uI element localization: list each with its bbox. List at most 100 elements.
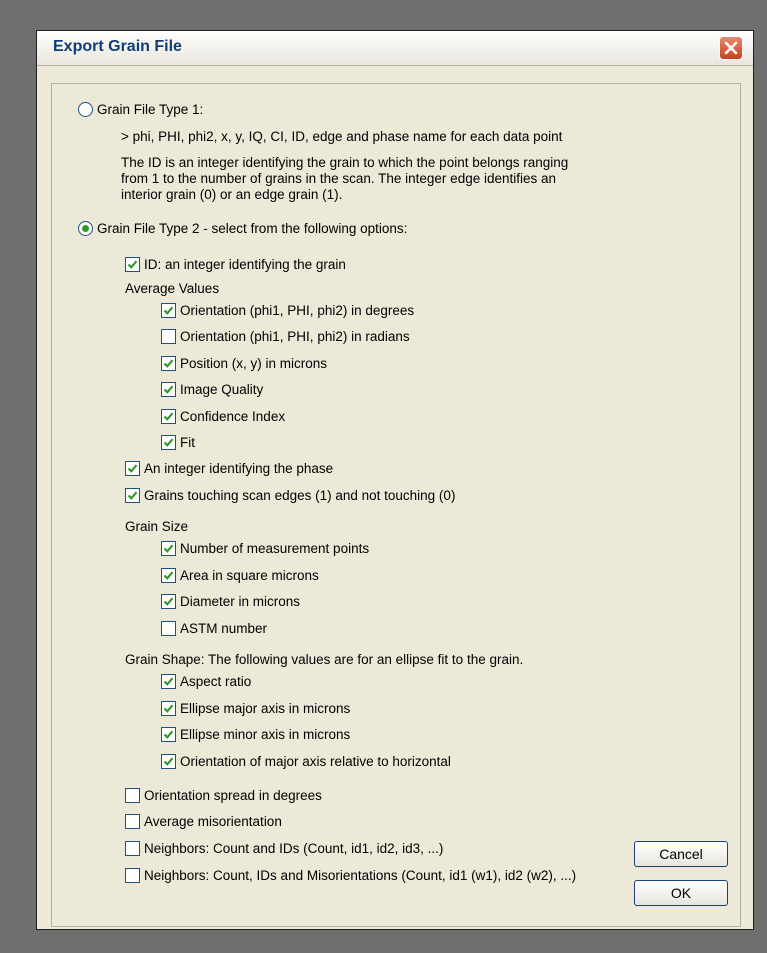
cancel-button[interactable]: Cancel — [634, 841, 728, 867]
option-neighbors-ids[interactable]: Neighbors: Count and IDs (Count, id1, id… — [125, 838, 443, 858]
major-axis-orientation-checkbox[interactable] — [161, 753, 176, 769]
major-axis-checkbox[interactable] — [161, 700, 176, 716]
option-phase[interactable]: An integer identifying the phase — [125, 458, 333, 478]
check-mark-icon — [163, 703, 174, 713]
option-orientation-radians[interactable]: Orientation (phi1, PHI, phi2) in radians — [161, 326, 410, 346]
option-label: Fit — [180, 434, 195, 450]
option-astm-number[interactable]: ASTM number — [161, 618, 267, 638]
check-mark-icon — [163, 411, 174, 421]
check-mark-icon — [127, 259, 138, 269]
minor-axis-checkbox[interactable] — [161, 726, 176, 742]
option-label: Grains touching scan edges (1) and not t… — [144, 487, 456, 503]
measurement-points-checkbox[interactable] — [161, 540, 176, 556]
check-mark-icon — [163, 358, 174, 368]
option-orientation-spread[interactable]: Orientation spread in degrees — [125, 785, 322, 805]
title-bar: Export Grain File — [37, 31, 753, 66]
option-label: Orientation (phi1, PHI, phi2) in radians — [180, 328, 410, 344]
option-neighbors-misorientations[interactable]: Neighbors: Count, IDs and Misorientation… — [125, 865, 576, 885]
check-mark-icon — [163, 384, 174, 394]
option-label: ASTM number — [180, 620, 268, 636]
close-icon — [724, 41, 738, 55]
option-orientation-degrees[interactable]: Orientation (phi1, PHI, phi2) in degrees — [161, 300, 414, 320]
position-checkbox[interactable] — [161, 355, 176, 371]
check-mark-icon — [163, 596, 174, 606]
option-major-axis[interactable]: Ellipse major axis in microns — [161, 698, 350, 718]
grain-file-type-1-radio[interactable] — [78, 101, 93, 117]
export-grain-file-dialog: Export Grain File Grain File Type 1: > p… — [36, 30, 754, 930]
option-label: Ellipse major axis in microns — [180, 700, 351, 716]
option-scan-edges[interactable]: Grains touching scan edges (1) and not t… — [125, 485, 455, 505]
option-minor-axis[interactable]: Ellipse minor axis in microns — [161, 724, 350, 744]
ok-button[interactable]: OK — [634, 880, 728, 906]
astm-number-checkbox[interactable] — [161, 620, 176, 636]
phase-checkbox[interactable] — [125, 460, 140, 476]
option-label: Position (x, y) in microns — [180, 355, 328, 371]
grain-file-type-2-label: Grain File Type 2 - select from the foll… — [97, 220, 408, 236]
option-diameter[interactable]: Diameter in microns — [161, 591, 300, 611]
grain-size-heading: Grain Size — [125, 519, 189, 534]
grain-file-type-1-label: Grain File Type 1: — [97, 101, 204, 117]
check-mark-icon — [163, 756, 174, 766]
check-mark-icon — [163, 437, 174, 447]
grain-shape-heading: Grain Shape: The following values are fo… — [125, 652, 524, 667]
type-1-description-line: The ID is an integer identifying the gra… — [121, 155, 569, 170]
fit-checkbox[interactable] — [161, 434, 176, 450]
option-label: Ellipse minor axis in microns — [180, 726, 351, 742]
option-label: Number of measurement points — [180, 540, 370, 556]
check-mark-icon — [127, 490, 138, 500]
option-confidence-index[interactable]: Confidence Index — [161, 406, 285, 426]
average-values-heading: Average Values — [125, 281, 220, 296]
neighbors-misorientations-checkbox[interactable] — [125, 867, 140, 883]
grain-file-type-1-option[interactable]: Grain File Type 1: — [78, 99, 203, 119]
check-mark-icon — [163, 676, 174, 686]
check-mark-icon — [127, 463, 138, 473]
option-aspect-ratio[interactable]: Aspect ratio — [161, 671, 251, 691]
scan-edges-checkbox[interactable] — [125, 487, 140, 503]
type-1-description-line: interior grain (0) or an edge grain (1). — [121, 187, 343, 202]
area-checkbox[interactable] — [161, 567, 176, 583]
neighbors-ids-checkbox[interactable] — [125, 840, 140, 856]
option-label: Orientation of major axis relative to ho… — [180, 753, 451, 769]
option-label: Orientation spread in degrees — [144, 787, 322, 803]
grain-file-type-2-radio[interactable] — [78, 220, 93, 236]
type-1-description-line: from 1 to the number of grains in the sc… — [121, 171, 557, 186]
type-1-format-line: > phi, PHI, phi2, x, y, IQ, CI, ID, edge… — [121, 129, 563, 144]
confidence-index-checkbox[interactable] — [161, 408, 176, 424]
option-measurement-points[interactable]: Number of measurement points — [161, 538, 369, 558]
option-position[interactable]: Position (x, y) in microns — [161, 353, 327, 373]
orientation-degrees-checkbox[interactable] — [161, 302, 176, 318]
average-misorientation-checkbox[interactable] — [125, 813, 140, 829]
check-mark-icon — [163, 543, 174, 553]
option-label: Neighbors: Count and IDs (Count, id1, id… — [144, 840, 444, 856]
image-quality-checkbox[interactable] — [161, 381, 176, 397]
dialog-content: Grain File Type 1: > phi, PHI, phi2, x, … — [37, 65, 753, 929]
option-major-axis-orientation[interactable]: Orientation of major axis relative to ho… — [161, 751, 451, 771]
dialog-title: Export Grain File — [53, 38, 182, 55]
radio-selected-dot — [82, 224, 89, 232]
option-label: Area in square microns — [180, 567, 319, 583]
orientation-spread-checkbox[interactable] — [125, 787, 140, 803]
option-label: ID: an integer identifying the grain — [144, 256, 346, 272]
option-label: Image Quality — [180, 381, 264, 397]
option-label: An integer identifying the phase — [144, 460, 334, 476]
option-fit[interactable]: Fit — [161, 432, 195, 452]
check-mark-icon — [163, 729, 174, 739]
option-image-quality[interactable]: Image Quality — [161, 379, 263, 399]
close-button[interactable] — [719, 36, 743, 60]
option-area[interactable]: Area in square microns — [161, 565, 319, 585]
id-checkbox[interactable] — [125, 256, 140, 272]
option-label: Average misorientation — [144, 813, 282, 829]
option-label: Confidence Index — [180, 408, 286, 424]
option-label: Aspect ratio — [180, 673, 252, 689]
type-1-description: The ID is an integer identifying the gra… — [121, 155, 681, 203]
option-label: Neighbors: Count, IDs and Misorientation… — [144, 867, 577, 883]
option-label: Orientation (phi1, PHI, phi2) in degrees — [180, 302, 415, 318]
check-mark-icon — [163, 570, 174, 580]
check-mark-icon — [163, 305, 174, 315]
grain-file-type-2-option[interactable]: Grain File Type 2 - select from the foll… — [78, 218, 407, 238]
orientation-radians-checkbox[interactable] — [161, 328, 176, 344]
option-id[interactable]: ID: an integer identifying the grain — [125, 254, 346, 274]
option-average-misorientation[interactable]: Average misorientation — [125, 811, 282, 831]
diameter-checkbox[interactable] — [161, 593, 176, 609]
aspect-ratio-checkbox[interactable] — [161, 673, 176, 689]
